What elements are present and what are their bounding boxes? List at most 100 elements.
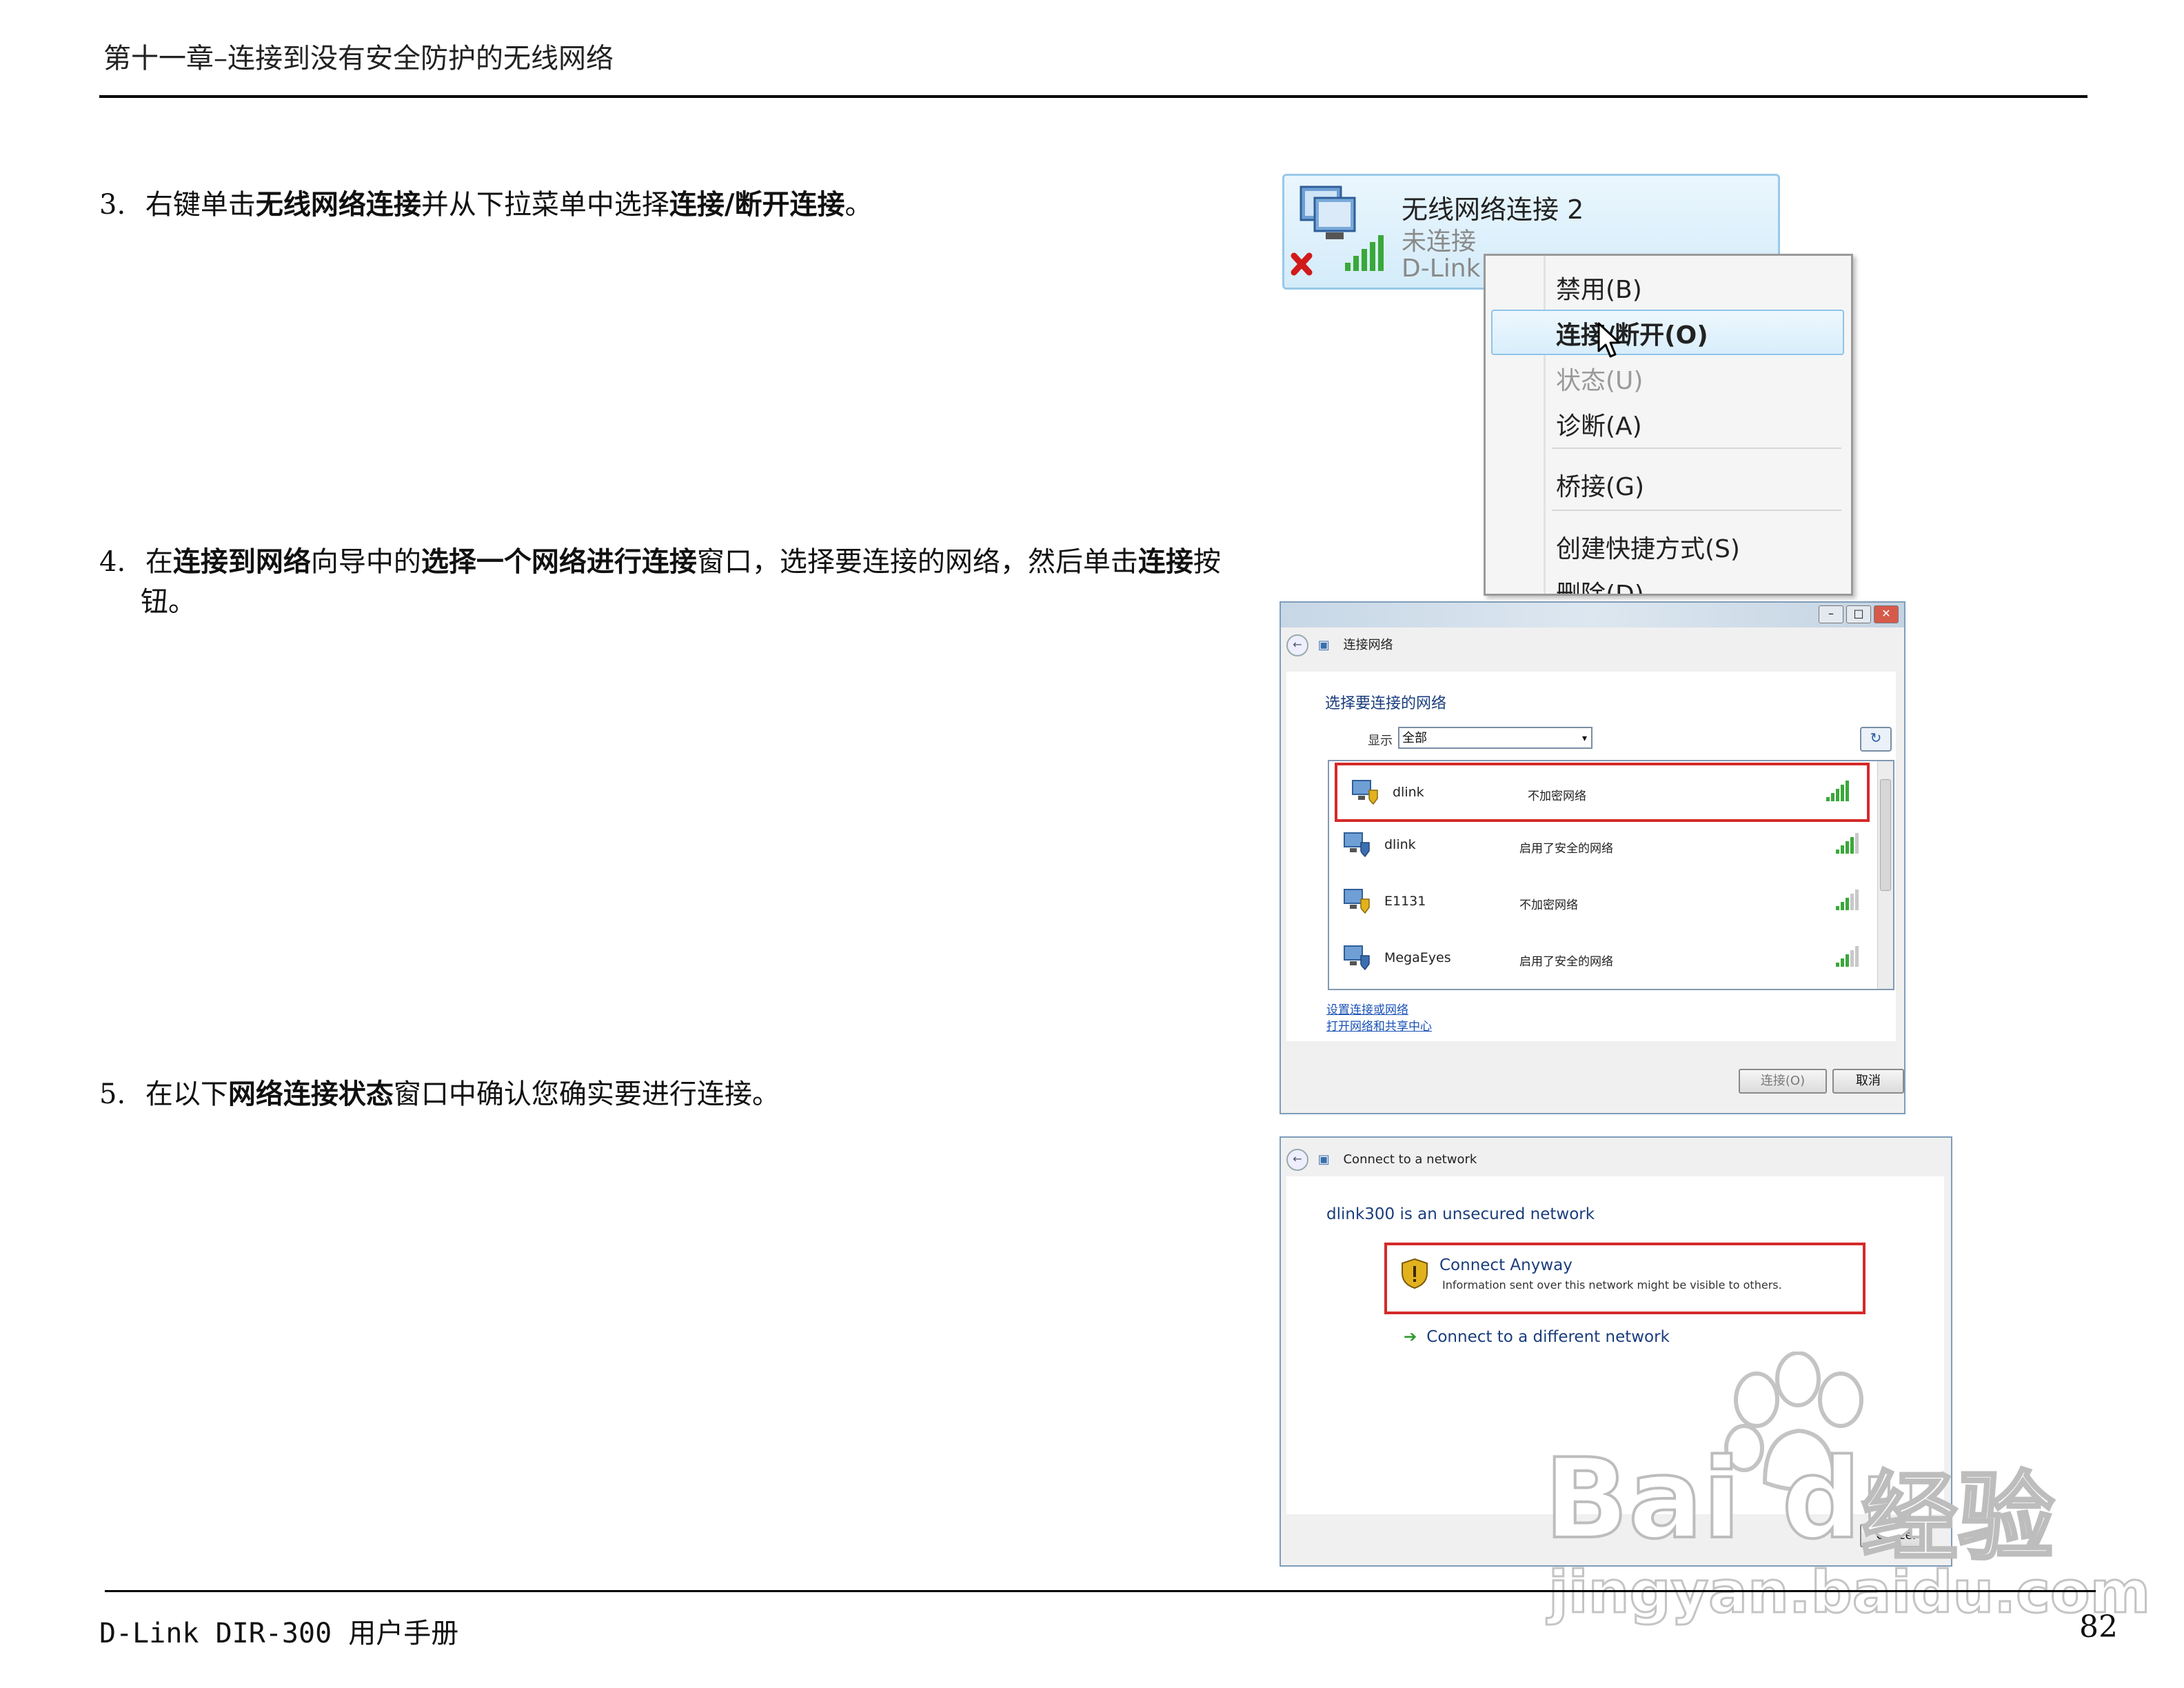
network-ssid: dlink (1384, 837, 1416, 852)
connection-name: 无线网络连接 2 (1402, 194, 1584, 225)
signal-strength-icon (1836, 833, 1860, 854)
network-security: 不加密网络 (1519, 898, 1578, 912)
step-number: 3. (99, 189, 126, 221)
baidu-watermark: Bai du 经验 jingyan.baidu.com (1543, 1352, 2152, 1627)
step-text: 右键单击无线网络连接并从下拉菜单中选择连接/断开连接。 (145, 188, 873, 221)
step-4: 4. 在连接到网络向导中的选择一个网络进行连接窗口，选择要连接的网络，然后单击连… (99, 542, 1285, 622)
chapter-title: 第十一章–连接到没有安全防护的无线网络 (103, 43, 614, 74)
setup-connection-link[interactable]: 设置连接或网络 (1326, 1000, 1408, 1017)
step-text-part: 按 (1193, 546, 1221, 578)
connection-device: D-Link (1402, 254, 1481, 283)
context-menu-screenshot: 无线网络连接 2 未连接 D-Link 禁用(B) 连接/断开(O) 状态(U)… (1280, 168, 1875, 596)
footer-manual-title: D-Link DIR-300 用户手册 (99, 1618, 459, 1649)
header-rule (99, 95, 2087, 98)
network-security: 启用了安全的网络 (1519, 955, 1613, 969)
menu-separator (1552, 510, 1841, 511)
step-text-bold: 无线网络连接 (255, 188, 421, 221)
menu-gutter (1544, 256, 1546, 594)
watermark-url: jingyan.baidu.com (1547, 1558, 2151, 1627)
connect-anyway-description: Information sent over this network might… (1442, 1278, 1782, 1292)
network-security: 启用了安全的网络 (1519, 842, 1613, 856)
dialog-heading: dlink300 is an unsecured network (1326, 1205, 1595, 1223)
menu-item-delete[interactable]: 删除(D) (1556, 574, 1644, 594)
step-text-part: 窗口中确认您确实要进行连接。 (393, 1078, 780, 1110)
dialog-nav-title: Connect to a network (1343, 1152, 1477, 1167)
step-number: 5. (99, 1078, 126, 1110)
footer-rule (105, 1590, 2096, 1592)
step-text-part: 在以下 (145, 1078, 228, 1110)
close-icon[interactable]: ✕ (1874, 605, 1899, 623)
step-text-part: 。 (845, 189, 873, 221)
menu-item-diagnose[interactable]: 诊断(A) (1556, 406, 1642, 442)
chevron-down-icon: ▾ (1581, 733, 1587, 744)
connect-button[interactable]: 连接(O) (1739, 1069, 1827, 1094)
network-shield-icon (1344, 832, 1370, 858)
signal-strength-icon (1826, 781, 1850, 801)
network-shield-icon (1344, 889, 1370, 914)
cancel-button[interactable]: 取消 (1832, 1069, 1904, 1094)
step-3: 3. 右键单击无线网络连接并从下拉菜单中选择连接/断开连接。 (99, 185, 1271, 225)
connect-anyway-title: Connect Anyway (1439, 1256, 1573, 1274)
step-text-bold: 网络连接状态 (228, 1078, 394, 1110)
scrollbar-thumb[interactable] (1880, 779, 1891, 891)
step-text-part: 右键单击 (145, 189, 256, 221)
network-ssid: E1131 (1384, 894, 1426, 909)
dialog-nav-title: 连接网络 (1343, 638, 1393, 652)
warning-shield-icon (1402, 1258, 1428, 1289)
context-menu: 禁用(B) 连接/断开(O) 状态(U) 诊断(A) 桥接(G) 创建快捷方式(… (1484, 254, 1853, 596)
step-text-bold: 选择一个网络进行连接 (421, 545, 697, 578)
watermark-brand-bai: Bai (1543, 1433, 1742, 1565)
dialog-nav: ← ▣ Connect to a network (1286, 1149, 1477, 1171)
step-text-continuation: 钮。 (141, 586, 196, 618)
signal-strength-icon (1836, 946, 1860, 967)
menu-item-bridge[interactable]: 桥接(G) (1556, 467, 1644, 503)
network-shield-icon (1344, 945, 1370, 971)
network-shield-icon (1352, 780, 1378, 805)
network-row-selected[interactable]: dlink 不加密网络 (1335, 763, 1870, 822)
maximize-icon[interactable]: □ (1846, 605, 1871, 623)
network-list-scrollbar[interactable] (1877, 761, 1893, 989)
network-adapter-icon (1291, 185, 1384, 276)
menu-item-disable[interactable]: 禁用(B) (1556, 270, 1642, 305)
network-list: dlink 不加密网络 dlink 启用了安全的网络 E1131 不加密网络 M… (1328, 760, 1894, 990)
refresh-icon[interactable]: ↻ (1860, 727, 1892, 752)
footer-page-number: 82 (2079, 1609, 2118, 1645)
step-5: 5. 在以下网络连接状态窗口中确认您确实要进行连接。 (99, 1074, 1271, 1114)
dialog-title-bar: – □ ✕ (1281, 603, 1904, 627)
menu-item-create-shortcut[interactable]: 创建快捷方式(S) (1556, 529, 1740, 565)
step-number: 4. (99, 546, 126, 578)
menu-item-status[interactable]: 状态(U) (1556, 361, 1643, 396)
network-row[interactable]: E1131 不加密网络 (1329, 874, 1877, 931)
step-text-bold: 连接到网络 (172, 545, 311, 578)
network-row[interactable]: dlink 启用了安全的网络 (1329, 818, 1877, 874)
step-text-part: 并从下拉菜单中选择 (421, 189, 669, 221)
minimize-icon[interactable]: – (1819, 605, 1843, 623)
network-icon: ▣ (1317, 1152, 1330, 1167)
show-label: 显示 (1368, 734, 1393, 748)
connection-status: 未连接 (1402, 228, 1477, 256)
network-sharing-center-link[interactable]: 打开网络和共享中心 (1326, 1016, 1432, 1034)
network-security: 不加密网络 (1528, 790, 1586, 803)
green-arrow-icon: ➔ (1404, 1328, 1417, 1346)
connect-anyway-option[interactable]: Connect Anyway Information sent over thi… (1384, 1243, 1866, 1314)
connect-network-dialog-screenshot: – □ ✕ ← ▣ 连接网络 选择要连接的网络 显示 全部 ▾ ↻ dlink 不加… (1280, 601, 1905, 1114)
dialog-heading: 选择要连接的网络 (1325, 695, 1447, 712)
step-text-part: 窗口，选择要连接的网络，然后单击 (696, 546, 1138, 578)
network-ssid: dlink (1393, 785, 1424, 800)
menu-item-connect-disconnect[interactable]: 连接/断开(O) (1556, 315, 1708, 351)
window-controls: – □ ✕ (1816, 605, 1899, 623)
dialog-nav: ← ▣ 连接网络 (1286, 634, 1393, 656)
signal-strength-icon (1836, 890, 1860, 910)
show-filter-value: 全部 (1402, 731, 1427, 745)
dialog-body: 选择要连接的网络 显示 全部 ▾ ↻ dlink 不加密网络 dlink 启用了… (1286, 672, 1896, 1041)
different-network-option[interactable]: ➔ Connect to a different network (1404, 1328, 1670, 1346)
step-text-part: 在 (145, 546, 173, 578)
step-text-bold: 连接 (1138, 545, 1193, 578)
network-ssid: MegaEyes (1384, 950, 1451, 965)
step-text-bold: 连接/断开连接 (669, 188, 845, 221)
menu-separator (1552, 448, 1841, 449)
back-arrow-icon[interactable]: ← (1286, 634, 1308, 656)
network-row[interactable]: MegaEyes 启用了安全的网络 (1329, 931, 1877, 987)
back-arrow-icon[interactable]: ← (1286, 1149, 1308, 1171)
show-filter-select[interactable]: 全部 ▾ (1398, 727, 1593, 749)
